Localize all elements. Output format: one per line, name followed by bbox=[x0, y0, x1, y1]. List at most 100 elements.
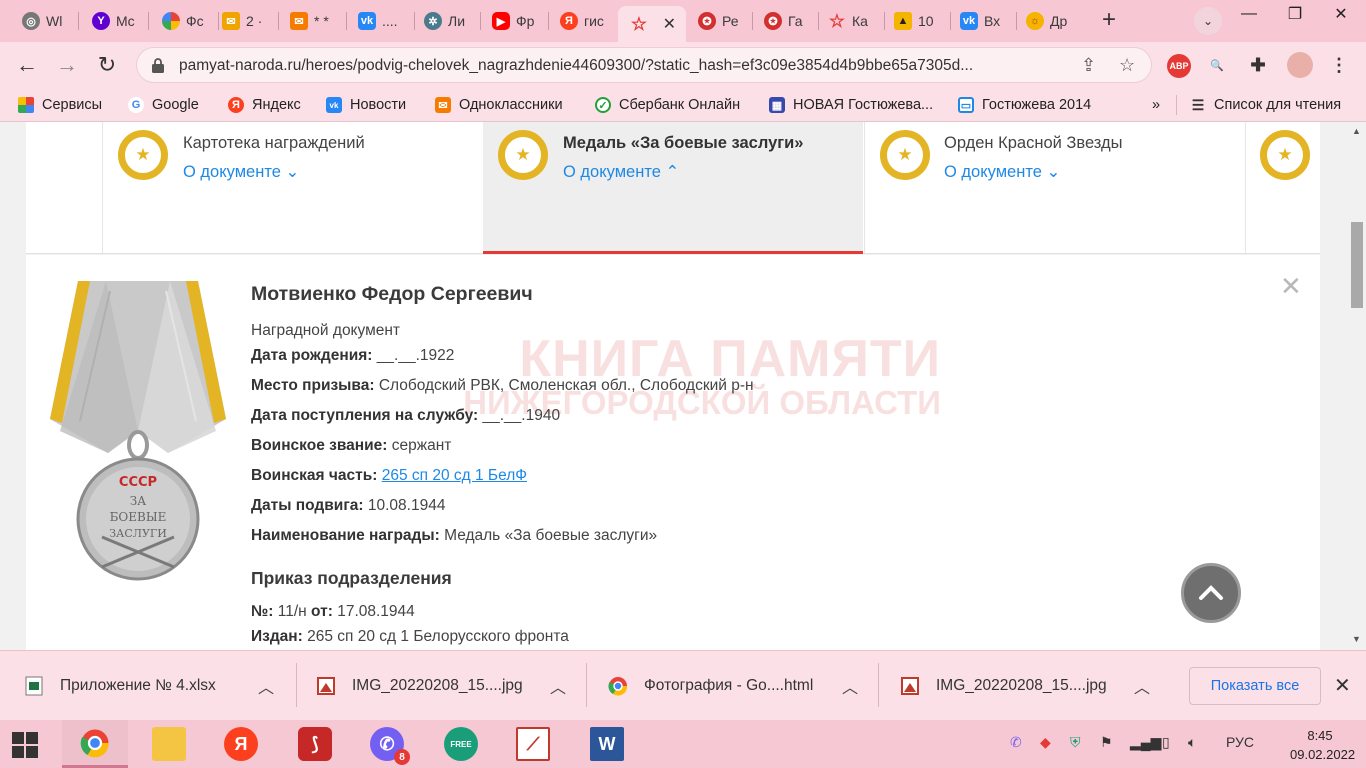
mail-icon: ✉ bbox=[290, 12, 308, 30]
url-text[interactable]: pamyat-naroda.ru/heroes/podvig-chelovek_… bbox=[179, 57, 1079, 75]
download-item[interactable]: Фотография - Go....html ︿ bbox=[584, 661, 874, 711]
browser-tab[interactable]: ✉ 2 · bbox=[210, 6, 276, 36]
award-card[interactable]: ★ Картотека награждений О документе ⌄ bbox=[103, 122, 483, 253]
bookmark-star-icon[interactable]: ☆ bbox=[1119, 55, 1135, 76]
back-button[interactable]: ← bbox=[12, 50, 42, 80]
bookmark-item[interactable]: ▭ Гостюжева 2014 bbox=[958, 95, 1091, 115]
reading-list-button[interactable]: ☰ Список для чтения bbox=[1190, 95, 1341, 115]
bookmark-item[interactable]: vk Новости bbox=[326, 95, 406, 115]
about-document-link[interactable]: О документе ⌄ bbox=[183, 162, 299, 182]
taskbar-acrobat[interactable]: ⟆ bbox=[282, 720, 348, 768]
bookmark-item[interactable]: G Google bbox=[128, 95, 199, 115]
bookmark-item[interactable]: Сервисы bbox=[18, 95, 102, 115]
order-heading: Приказ подразделения bbox=[251, 568, 452, 588]
download-item[interactable]: Приложение № 4.xlsx ︿ bbox=[0, 661, 290, 711]
military-unit-link[interactable]: 265 сп 20 сд 1 БелФ bbox=[382, 467, 527, 484]
viber-icon: ✆ 8 bbox=[370, 727, 410, 765]
browser-tab[interactable]: Ягис bbox=[548, 6, 614, 36]
new-tab-button[interactable]: + bbox=[1094, 8, 1124, 34]
system-clock[interactable]: 8:45 09.02.2022 bbox=[1290, 726, 1355, 764]
bookmark-item[interactable]: Я Яндекс bbox=[228, 95, 301, 115]
browser-tab[interactable]: ✪ Га bbox=[752, 6, 818, 36]
menu-kebab-icon[interactable]: ⋮ bbox=[1328, 54, 1350, 76]
flag-icon[interactable]: ⚑ bbox=[1100, 734, 1113, 751]
windows-start-icon[interactable] bbox=[12, 732, 38, 758]
translate-icon[interactable]: 🔍 bbox=[1206, 54, 1228, 76]
browser-tab[interactable]: ☼ Др bbox=[1014, 6, 1084, 36]
chevron-down-icon[interactable]: ⌄ bbox=[1194, 7, 1222, 35]
scroll-down-arrow-icon[interactable]: ▼ bbox=[1352, 634, 1361, 644]
award-icon: ✪ bbox=[764, 12, 782, 30]
scroll-to-top-button[interactable] bbox=[1181, 563, 1241, 623]
language-indicator[interactable]: РУС bbox=[1226, 734, 1254, 750]
browser-tab[interactable]: ✪ Ре bbox=[686, 6, 752, 36]
show-all-downloads-button[interactable]: Показать все bbox=[1189, 667, 1321, 705]
yandex-icon: Я bbox=[560, 12, 578, 30]
viber-tray-icon[interactable]: ✆ bbox=[1010, 734, 1022, 751]
taskbar-word[interactable]: W bbox=[574, 720, 640, 768]
taskbar-chrome[interactable] bbox=[62, 720, 128, 768]
bookmark-item[interactable]: ✓ Сбербанк Онлайн bbox=[595, 95, 740, 115]
scrollbar-thumb[interactable] bbox=[1351, 222, 1363, 308]
field-feat-dates: Даты подвига: 10.08.1944 bbox=[251, 497, 446, 514]
bookmarks-overflow-button[interactable]: » bbox=[1152, 95, 1160, 115]
page-viewport: ★ Картотека награждений О документе ⌄ ★ … bbox=[0, 122, 1348, 650]
award-card-active[interactable]: ★ Медаль «За боевые заслуги» О документе… bbox=[483, 122, 863, 254]
taskbar-yandex[interactable]: Я bbox=[208, 720, 274, 768]
share-icon[interactable]: ⇪ bbox=[1081, 55, 1096, 76]
tray-app-icon[interactable]: ◆ bbox=[1040, 734, 1051, 751]
browser-tab[interactable]: Y Mc bbox=[80, 6, 146, 36]
bookmark-item[interactable]: ✉ Одноклассники bbox=[435, 95, 563, 115]
about-document-link[interactable]: О документе ⌃ bbox=[563, 162, 679, 182]
download-item[interactable]: IMG_20220208_15....jpg ︿ bbox=[292, 661, 582, 711]
browser-tab[interactable]: ✲ Ли bbox=[412, 6, 478, 36]
chevron-up-icon[interactable]: ︿ bbox=[258, 674, 274, 698]
close-window-button[interactable]: ✕ bbox=[1318, 0, 1364, 28]
extensions-puzzle-icon[interactable]: ✚ bbox=[1247, 54, 1269, 76]
browser-tab[interactable]: ▶ Фр bbox=[480, 6, 546, 36]
taskbar-vpn[interactable]: FREE bbox=[428, 720, 494, 768]
reload-button[interactable]: ↻ bbox=[92, 50, 122, 80]
chevron-up-icon[interactable]: ︿ bbox=[550, 674, 566, 698]
about-document-link[interactable]: О документе ⌄ bbox=[944, 162, 1060, 182]
award-title: Орден Красной Звезды bbox=[944, 134, 1123, 152]
address-bar[interactable]: pamyat-naroda.ru/heroes/podvig-chelovek_… bbox=[136, 47, 1152, 83]
browser-tab[interactable]: ✉ * * bbox=[278, 6, 344, 36]
browser-tab[interactable]: vk Вх bbox=[948, 6, 1014, 36]
close-tab-icon[interactable]: ✕ bbox=[663, 14, 676, 34]
close-icon[interactable]: ✕ bbox=[1280, 273, 1302, 299]
browser-tab[interactable]: ◎ Wl bbox=[10, 6, 76, 36]
shield-icon[interactable]: ⛨ bbox=[1070, 734, 1081, 751]
maximize-button[interactable]: ❐ bbox=[1272, 0, 1318, 28]
notification-badge: 8 bbox=[394, 749, 410, 765]
close-icon[interactable]: ✕ bbox=[1334, 673, 1351, 698]
vpn-shield-icon: FREE bbox=[444, 727, 478, 761]
taskbar-file-explorer[interactable] bbox=[136, 720, 202, 768]
page-scrollbar[interactable]: ▲ ▼ bbox=[1348, 122, 1366, 650]
bookmark-item[interactable]: ▦ НОВАЯ Гостюжева... bbox=[769, 95, 933, 115]
battery-icon[interactable]: ▯ bbox=[1162, 734, 1170, 751]
profile-avatar[interactable] bbox=[1287, 52, 1313, 78]
minimize-button[interactable]: — bbox=[1226, 0, 1272, 28]
taskbar-image-viewer[interactable]: ⟋ bbox=[500, 720, 566, 768]
chevron-up-icon[interactable]: ︿ bbox=[842, 674, 858, 698]
taskbar-viber[interactable]: ✆ 8 bbox=[354, 720, 420, 768]
download-item[interactable]: IMG_20220208_15....jpg ︿ bbox=[876, 661, 1166, 711]
award-card[interactable]: ★ Орден Красной Звезды О документе ⌄ bbox=[864, 122, 1244, 253]
document-type: Наградной документ bbox=[251, 322, 401, 339]
browser-tab[interactable]: ▲ 10 bbox=[882, 6, 948, 36]
image-viewer-icon: ⟋ bbox=[516, 727, 550, 761]
network-icon[interactable]: ▂▄▆ bbox=[1130, 734, 1161, 751]
browser-tab-active[interactable]: ☆ ✕ bbox=[618, 6, 686, 42]
scroll-up-arrow-icon[interactable]: ▲ bbox=[1352, 126, 1361, 136]
browser-tab[interactable]: ☆ Ка bbox=[816, 6, 882, 36]
adblock-icon[interactable]: ABP bbox=[1167, 54, 1191, 78]
browser-tab[interactable]: Фс bbox=[150, 6, 216, 36]
forward-button[interactable]: → bbox=[52, 50, 82, 80]
field-award-name: Наименование награды: Медаль «За боевые … bbox=[251, 527, 658, 544]
chevron-up-icon[interactable]: ︿ bbox=[1134, 674, 1150, 698]
browser-tab[interactable]: vk.... bbox=[346, 6, 412, 36]
award-card[interactable]: ★ bbox=[1245, 122, 1320, 253]
volume-icon[interactable]: 🔈︎ bbox=[1188, 734, 1196, 751]
google-photos-icon bbox=[162, 12, 180, 30]
